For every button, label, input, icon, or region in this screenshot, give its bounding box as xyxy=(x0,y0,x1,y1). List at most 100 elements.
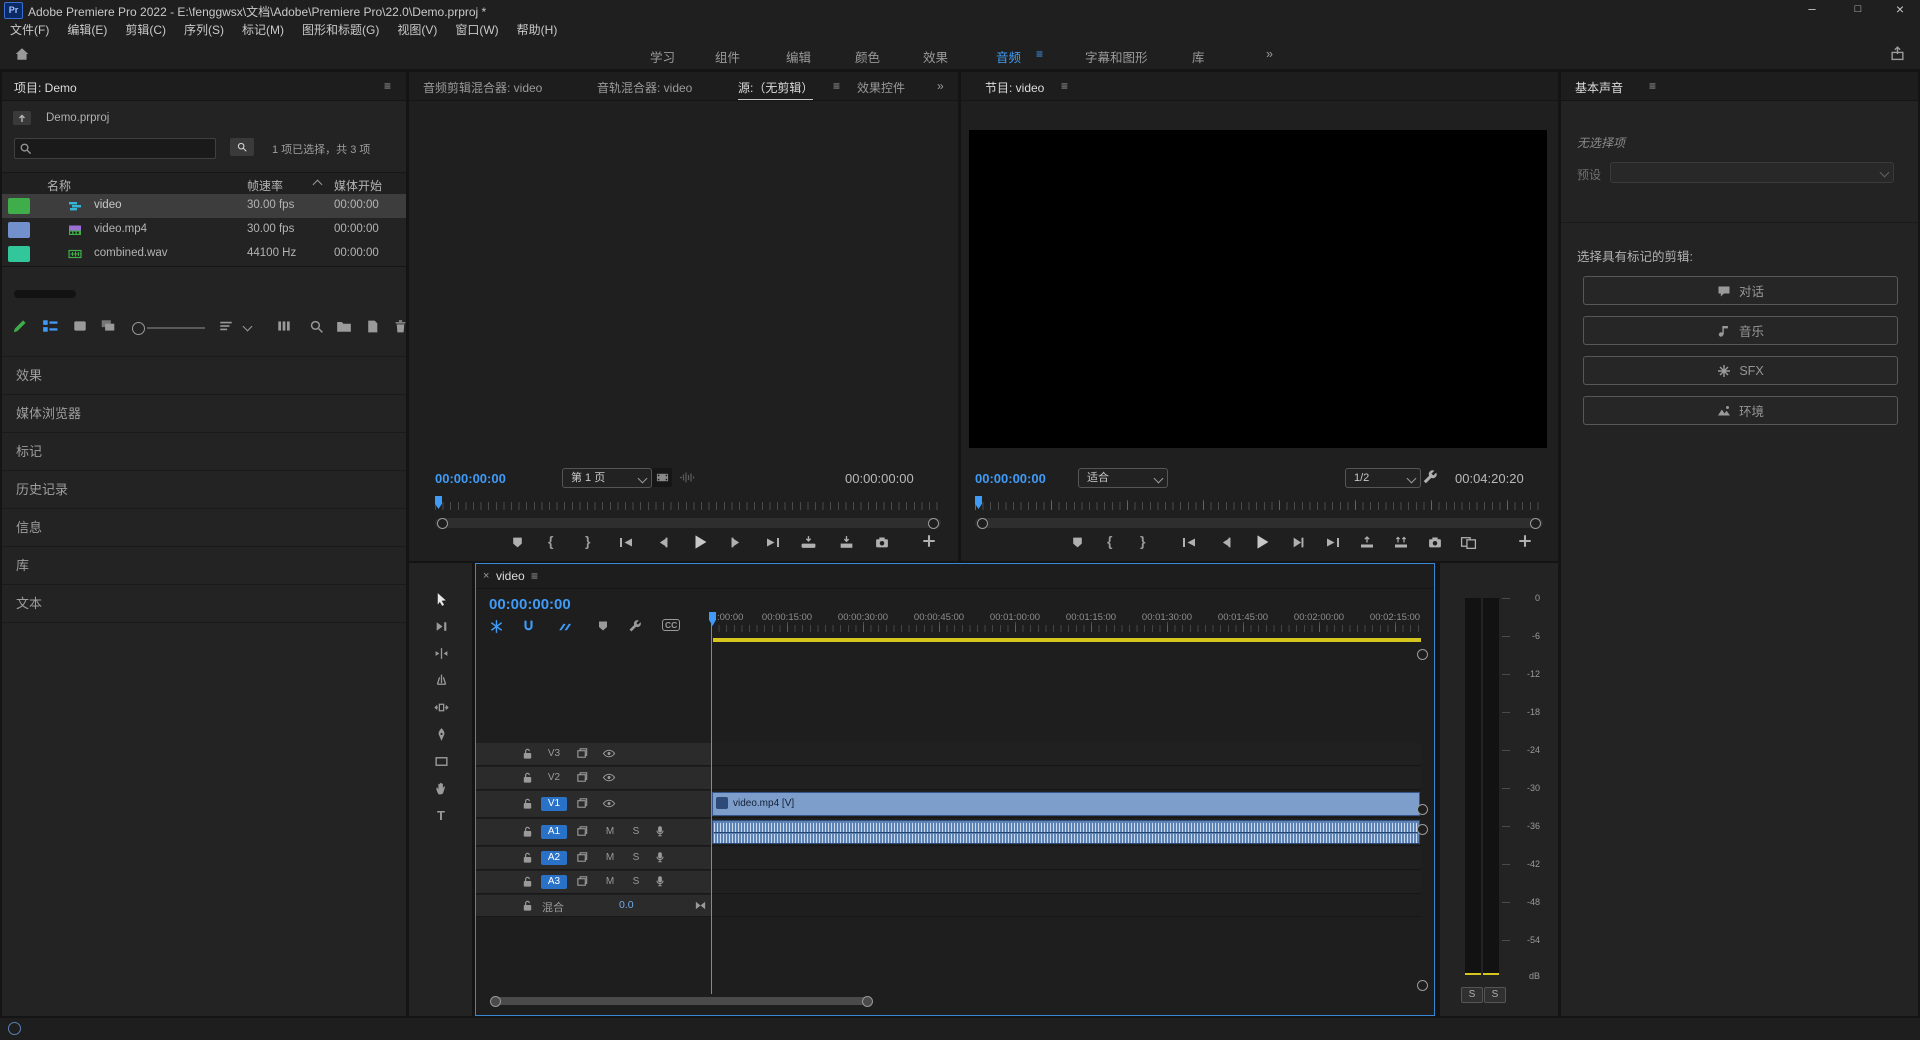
tab-source-monitor[interactable]: 源:（无剪辑） xyxy=(738,79,813,100)
track-scroll-handle[interactable] xyxy=(1417,649,1428,660)
step-back-icon[interactable] xyxy=(655,535,670,555)
track-scroll-handle[interactable] xyxy=(1417,824,1428,835)
workspace-menu-icon[interactable]: ≡ xyxy=(1036,47,1043,61)
timeline-hscroll-area[interactable] xyxy=(490,995,1425,1007)
home-icon[interactable] xyxy=(14,46,30,62)
solo-right-button[interactable]: S xyxy=(1484,987,1506,1003)
source-timecode[interactable]: 00:00:00:00 xyxy=(435,471,506,486)
linked-selection-icon[interactable] xyxy=(554,616,574,636)
sync-lock-icon[interactable] xyxy=(576,771,589,784)
track-scroll-handle[interactable] xyxy=(1417,980,1428,991)
scroll-handle-left[interactable] xyxy=(437,518,448,529)
scroll-handle-right[interactable] xyxy=(928,518,939,529)
solo-button[interactable]: S xyxy=(628,875,644,889)
clear-trash-icon[interactable] xyxy=(390,316,406,336)
menu-window[interactable]: 窗口(W) xyxy=(455,21,498,38)
scroll-handle-right[interactable] xyxy=(1530,518,1541,529)
captions-cc-icon[interactable]: CC xyxy=(662,619,680,631)
hand-tool-icon[interactable] xyxy=(431,778,451,798)
essential-panel-menu-icon[interactable]: ≡ xyxy=(1649,79,1656,93)
music-button[interactable]: 音乐 xyxy=(1583,316,1898,345)
export-share-icon[interactable] xyxy=(1890,46,1905,61)
voiceover-mic-icon[interactable] xyxy=(654,825,666,838)
solo-button[interactable]: S xyxy=(628,825,644,839)
automate-to-sequence-icon[interactable] xyxy=(274,316,294,336)
menu-help[interactable]: 帮助(H) xyxy=(517,21,558,38)
track-scroll-handle[interactable] xyxy=(1417,804,1428,815)
ripple-edit-tool-icon[interactable] xyxy=(431,643,451,663)
edit-pencil-icon[interactable] xyxy=(10,316,30,336)
video-clip[interactable]: video.mp4 [V] xyxy=(712,792,1420,816)
column-framerate[interactable]: 帧速率 xyxy=(247,177,283,194)
audio-clip[interactable] xyxy=(712,820,1420,844)
extract-icon[interactable] xyxy=(1393,535,1409,555)
source-ruler[interactable] xyxy=(435,500,941,512)
close-button[interactable]: × xyxy=(1880,0,1920,20)
track-header-a2[interactable]: A2 M S xyxy=(476,847,711,870)
timeline-panel-menu-icon[interactable]: ≡ xyxy=(531,569,538,583)
track-header-v2[interactable]: V2 xyxy=(476,767,711,790)
track-target-a2[interactable]: A2 xyxy=(541,851,567,865)
project-panel-menu-icon[interactable]: ≡ xyxy=(384,79,391,93)
horizontal-scrollbar[interactable] xyxy=(14,290,76,298)
slip-tool-icon[interactable] xyxy=(431,697,451,717)
track-header-master[interactable]: 混合 0.0 xyxy=(476,895,711,917)
tab-history[interactable]: 历史记录 xyxy=(2,471,406,509)
label-color-chip[interactable] xyxy=(8,222,30,238)
type-tool-icon[interactable]: T xyxy=(431,805,451,825)
lock-icon[interactable] xyxy=(521,797,534,810)
list-view-icon[interactable] xyxy=(40,316,60,336)
new-bin-icon[interactable] xyxy=(334,316,354,336)
lock-icon[interactable] xyxy=(521,771,534,784)
program-timecode[interactable]: 00:00:00:00 xyxy=(975,471,1046,486)
navigate-up-icon[interactable] xyxy=(12,110,32,126)
toggle-track-output-eye-icon[interactable] xyxy=(602,797,616,810)
drag-video-icon[interactable] xyxy=(652,468,672,487)
source-panel-menu-icon[interactable]: ≡ xyxy=(833,79,840,93)
sync-lock-icon[interactable] xyxy=(576,797,589,810)
add-marker-icon[interactable] xyxy=(510,535,525,555)
sfx-button[interactable]: SFX xyxy=(1583,356,1898,385)
scroll-handle-left[interactable] xyxy=(977,518,988,529)
overwrite-icon[interactable] xyxy=(838,535,855,555)
solo-left-button[interactable]: S xyxy=(1461,987,1483,1003)
keyframe-bowtie-icon[interactable] xyxy=(694,899,707,912)
pen-tool-icon[interactable] xyxy=(431,724,451,744)
master-gain-value[interactable]: 0.0 xyxy=(619,899,634,911)
mute-button[interactable]: M xyxy=(602,851,618,865)
track-lane-a3[interactable] xyxy=(712,871,1421,894)
nest-insert-icon[interactable] xyxy=(486,616,506,636)
track-lane-v3[interactable] xyxy=(712,743,1421,766)
zoom-slider-track[interactable] xyxy=(147,327,205,329)
playback-resolution-dropdown[interactable]: 1/2 xyxy=(1345,468,1421,488)
go-to-out-icon[interactable] xyxy=(1325,535,1341,555)
lock-icon[interactable] xyxy=(521,875,534,888)
mark-out-icon[interactable]: } xyxy=(585,533,590,549)
timeline-ruler[interactable]: :00:00 00:00:15:00 00:00:30:00 00:00:45:… xyxy=(711,612,1421,640)
find-icon[interactable] xyxy=(306,316,326,336)
dialogue-button[interactable]: 对话 xyxy=(1583,276,1898,305)
step-forward-icon[interactable] xyxy=(1291,535,1306,555)
close-sequence-icon[interactable]: × xyxy=(483,570,489,582)
mark-in-icon[interactable]: { xyxy=(1107,533,1112,549)
toggle-track-output-eye-icon[interactable] xyxy=(602,747,616,760)
label-color-chip[interactable] xyxy=(8,198,30,214)
tab-audio-clip-mixer[interactable]: 音频剪辑混合器: video xyxy=(423,79,542,96)
track-header-a1[interactable]: A1 M S xyxy=(476,819,711,846)
track-header-a3[interactable]: A3 M S xyxy=(476,871,711,894)
go-to-in-icon[interactable] xyxy=(1181,535,1197,555)
table-row[interactable]: combined.wav 44100 Hz 00:00:00 xyxy=(2,242,406,266)
essential-sound-tab[interactable]: 基本声音 xyxy=(1575,79,1623,96)
tab-effects-panel[interactable]: 效果 xyxy=(2,357,406,395)
track-header-v1[interactable]: V1 xyxy=(476,791,711,818)
drag-audio-icon[interactable] xyxy=(679,470,695,485)
step-forward-icon[interactable] xyxy=(729,535,744,555)
insert-icon[interactable] xyxy=(800,535,817,555)
tab-assembly[interactable]: 组件 xyxy=(715,47,740,66)
tab-text[interactable]: 文本 xyxy=(2,585,406,623)
project-tab[interactable]: 项目: Demo xyxy=(14,79,77,96)
solo-button[interactable]: S xyxy=(628,851,644,865)
track-lane-a2[interactable] xyxy=(712,847,1421,870)
rectangle-tool-icon[interactable] xyxy=(431,751,451,771)
tab-libraries-panel[interactable]: 库 xyxy=(2,547,406,585)
